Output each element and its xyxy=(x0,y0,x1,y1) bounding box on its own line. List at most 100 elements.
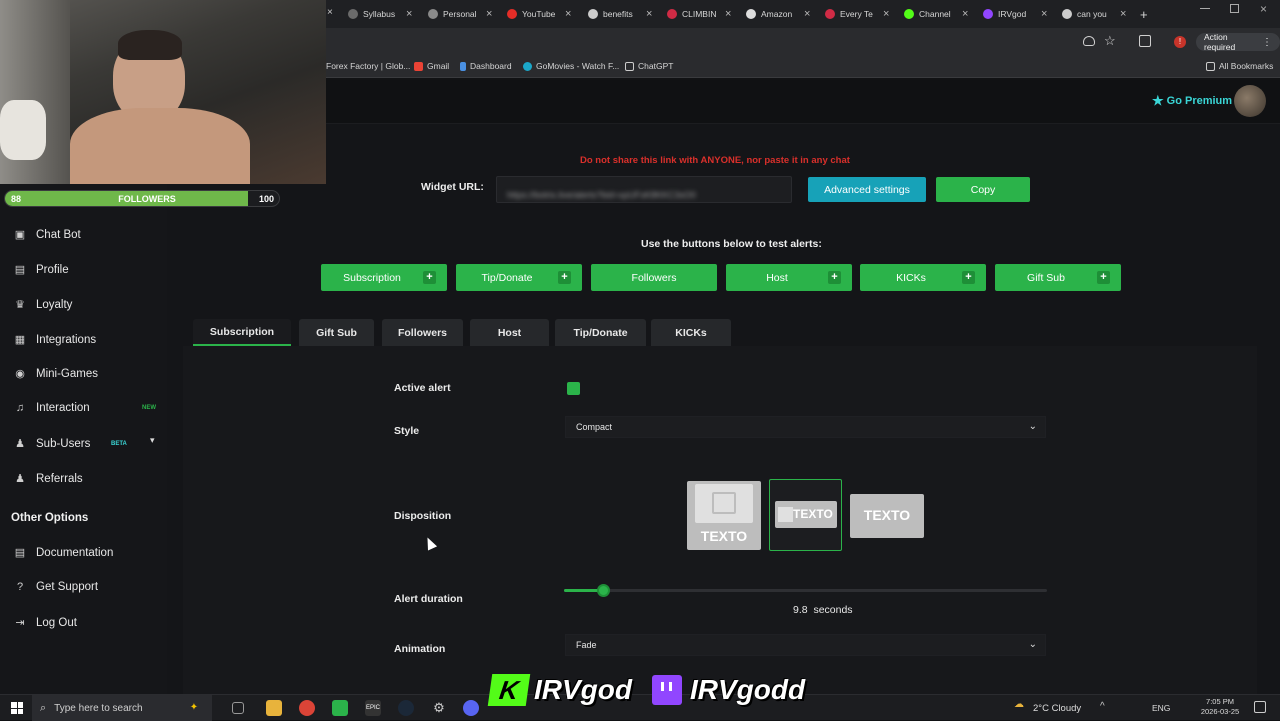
tab-followers[interactable]: Followers xyxy=(382,319,463,346)
sidebar-item-profile[interactable]: ▤ Profile xyxy=(14,263,69,277)
test-followers-button[interactable]: Followers xyxy=(591,264,717,291)
app-icon[interactable] xyxy=(332,700,348,716)
avatar[interactable] xyxy=(1234,85,1266,117)
close-tab-icon[interactable]: × xyxy=(962,8,968,20)
taskbar-clock[interactable]: 7:05 PM 2026-03-25 xyxy=(1200,697,1240,717)
profile-alert-icon[interactable]: ! xyxy=(1174,36,1186,48)
chrome-icon[interactable] xyxy=(299,700,315,716)
test-kicks-button[interactable]: KICKs + xyxy=(860,264,986,291)
bookmark-gomovies[interactable]: GoMovies - Watch F... xyxy=(523,61,619,71)
sidebar-item-chat-bot[interactable]: ▣ Chat Bot xyxy=(14,228,81,242)
sidebar-item-get-support[interactable]: ? Get Support xyxy=(14,581,98,593)
close-tab-icon[interactable]: × xyxy=(1120,8,1126,20)
tab-kicks[interactable]: KICKs xyxy=(651,319,731,346)
notifications-icon[interactable] xyxy=(1254,701,1266,713)
widget-url-input[interactable]: https://botrix.live/alerts?bid=xpUFsK8KK… xyxy=(496,176,792,203)
close-tab-icon[interactable]: × xyxy=(883,8,889,20)
steam-icon[interactable] xyxy=(398,700,414,716)
browser-tab[interactable]: Every Te × xyxy=(825,5,889,23)
close-tab-icon[interactable]: × xyxy=(565,8,571,20)
disposition-option-horizontal[interactable]: TEXTO xyxy=(769,479,842,551)
stream-name-overlay: K IRVgod IRVgodd xyxy=(487,674,805,706)
browser-tab[interactable]: CLIMBIN × xyxy=(667,5,731,23)
maximize-icon[interactable] xyxy=(1230,4,1239,13)
extensions-icon[interactable] xyxy=(1139,35,1151,47)
disposition-option-text-only[interactable]: TEXTO xyxy=(850,494,924,538)
taskbar-search[interactable]: ⌕ Type here to search xyxy=(32,695,212,721)
sidebar-item-integrations[interactable]: ▦ Integrations xyxy=(14,333,96,347)
cloud-sync-icon[interactable] xyxy=(1083,36,1095,46)
sidebar-item-referrals[interactable]: ♟ Referrals xyxy=(14,472,83,486)
plus-icon: + xyxy=(1097,271,1110,284)
close-tab-icon[interactable]: × xyxy=(1041,8,1047,20)
task-view-icon[interactable] xyxy=(232,702,244,714)
active-alert-checkbox[interactable] xyxy=(567,382,580,395)
bookmark-label: Gmail xyxy=(427,61,450,71)
style-select[interactable]: Compact ⌄ xyxy=(565,416,1046,438)
disposition-option-vertical[interactable]: TEXTO xyxy=(687,481,761,550)
close-tab-icon[interactable]: × xyxy=(327,7,333,18)
sidebar-item-interaction[interactable]: ♫ Interaction xyxy=(14,402,90,414)
sidebar-item-sub-users[interactable]: ♟ Sub-Users xyxy=(14,437,90,451)
advanced-settings-button[interactable]: Advanced settings xyxy=(808,177,926,202)
minimize-icon[interactable] xyxy=(1200,8,1210,9)
chevron-down-icon[interactable]: ▾ xyxy=(150,435,155,446)
sidebar-item-loyalty[interactable]: ♛ Loyalty xyxy=(14,298,72,312)
browser-tab[interactable]: Personal × xyxy=(428,5,492,23)
browser-tab[interactable]: IRVgod × xyxy=(983,5,1047,23)
clock-date: 2026-03-25 xyxy=(1200,707,1240,716)
kebab-menu-icon[interactable]: ⋮ xyxy=(1262,37,1272,48)
sidebar-item-log-out[interactable]: ⇥ Log Out xyxy=(14,616,77,630)
browser-tab[interactable]: Syllabus × xyxy=(348,5,412,23)
alert-duration-slider[interactable] xyxy=(564,584,1047,597)
weather-text[interactable]: 2°C Cloudy xyxy=(1033,703,1081,714)
all-bookmarks[interactable]: All Bookmarks xyxy=(1206,61,1273,71)
browser-tab[interactable]: can you × xyxy=(1062,5,1126,23)
star-icon[interactable]: ☆ xyxy=(1104,33,1116,49)
windows-start-icon[interactable] xyxy=(11,702,23,714)
webcam-body xyxy=(70,108,250,184)
close-window-icon[interactable]: × xyxy=(1260,2,1267,16)
new-tab-button[interactable]: + xyxy=(1140,5,1148,23)
test-gift-sub-button[interactable]: Gift Sub + xyxy=(995,264,1121,291)
bookmark-gmail[interactable]: Gmail xyxy=(414,61,449,71)
sidebar-item-documentation[interactable]: ▤ Documentation xyxy=(14,546,114,560)
animation-select[interactable]: Fade ⌄ xyxy=(565,634,1046,656)
tab-favicon-icon xyxy=(904,9,914,19)
slider-thumb[interactable] xyxy=(596,584,610,597)
test-button-label: Tip/Donate xyxy=(481,271,533,284)
sidebar-item-mini-games[interactable]: ◉ Mini-Games xyxy=(14,367,98,381)
chevron-down-icon: ⌄ xyxy=(1028,421,1037,432)
close-tab-icon[interactable]: × xyxy=(486,8,492,20)
close-tab-icon[interactable]: × xyxy=(406,8,412,20)
tab-host[interactable]: Host xyxy=(470,319,549,346)
browser-tab[interactable]: benefits × xyxy=(588,5,652,23)
bookmark-dashboard[interactable]: Dashboard xyxy=(460,61,512,71)
copy-button[interactable]: Copy xyxy=(936,177,1030,202)
animation-select-value: Fade xyxy=(576,640,597,650)
tab-gift-sub[interactable]: Gift Sub xyxy=(299,319,374,346)
tab-tip-donate[interactable]: Tip/Donate xyxy=(555,319,646,346)
close-tab-icon[interactable]: × xyxy=(725,8,731,20)
test-tip-donate-button[interactable]: Tip/Donate + xyxy=(456,264,582,291)
bookmark-forex[interactable]: Forex Factory | Glob... xyxy=(326,61,410,71)
go-premium-button[interactable]: ★ Go Premium xyxy=(1152,93,1232,109)
image-placeholder-icon xyxy=(778,507,793,522)
settings-icon[interactable]: ⚙ xyxy=(431,700,447,716)
test-subscription-button[interactable]: Subscription + xyxy=(321,264,447,291)
browser-tab[interactable]: Channel × xyxy=(904,5,968,23)
logout-icon: ⇥ xyxy=(15,617,25,629)
close-tab-icon[interactable]: × xyxy=(646,8,652,20)
browser-tab[interactable]: Amazon × xyxy=(746,5,810,23)
epic-games-icon[interactable]: EPIC xyxy=(365,700,381,716)
language-indicator[interactable]: ENG xyxy=(1152,703,1170,713)
browser-tab[interactable]: YouTube × xyxy=(507,5,571,23)
discord-icon[interactable] xyxy=(463,700,479,716)
tray-chevron-icon[interactable]: ^ xyxy=(1100,701,1105,712)
file-explorer-icon[interactable] xyxy=(266,700,282,716)
test-host-button[interactable]: Host + xyxy=(726,264,852,291)
close-tab-icon[interactable]: × xyxy=(804,8,810,20)
bookmark-chatgpt[interactable]: ChatGPT xyxy=(625,61,673,71)
action-required-button[interactable]: Action required ⋮ xyxy=(1196,32,1280,52)
tab-subscription[interactable]: Subscription xyxy=(193,319,291,346)
